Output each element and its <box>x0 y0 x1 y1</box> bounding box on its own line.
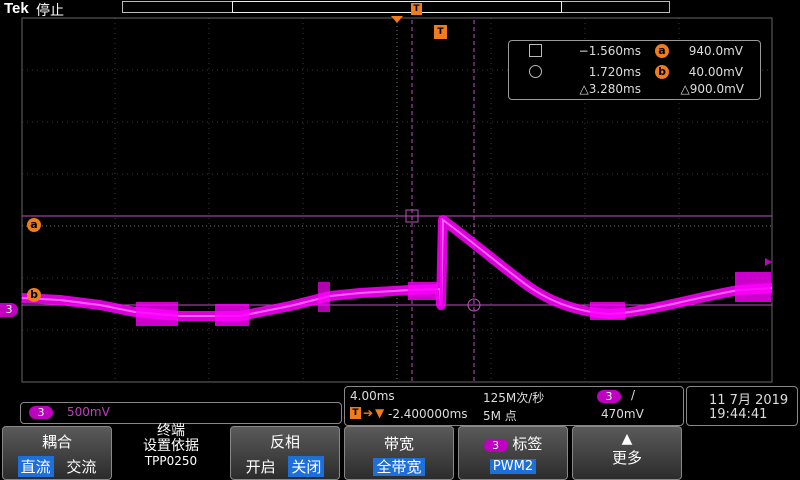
cursor-2-time: 1.720ms <box>588 65 641 79</box>
trigger-level: 470mV <box>601 407 644 421</box>
coupling-title: 耦合 <box>41 433 72 451</box>
invert-title: 反相 <box>269 433 300 451</box>
more-button[interactable]: ▲ 更多 <box>572 426 682 480</box>
label-value: PWM2 <box>489 459 537 474</box>
cursor-2-circle-icon <box>529 65 542 78</box>
time: 19:44:41 <box>709 407 768 422</box>
termination-subtitle: 设置依据 <box>143 438 199 454</box>
bandwidth-title: 带宽 <box>383 435 414 453</box>
channel-3-scale: 500mV <box>67 405 110 419</box>
trigger-source-badge: 3 <box>597 390 621 403</box>
label-button[interactable]: 3 标签 PWM2 <box>458 426 568 480</box>
trigger-marker: T <box>434 25 447 39</box>
chevron-up-icon: ▲ <box>621 431 633 447</box>
termination-label: 终端 设置依据 TPP0250 <box>114 424 228 480</box>
datetime-panel[interactable]: 11 7月 2019 19:44:41 <box>686 386 798 426</box>
channel-3-badge: 3 <box>29 406 53 419</box>
cursor-b-badge: b <box>655 65 669 79</box>
label-title: 标签 <box>512 435 543 453</box>
cursor-a-value: 940.0mV <box>688 44 743 58</box>
triangle-down-icon: ▼ <box>375 406 385 420</box>
cursor-a-badge: a <box>655 44 669 58</box>
trigger-position-marker[interactable] <box>391 16 403 23</box>
coupling-dc-option[interactable]: 直流 <box>17 456 54 477</box>
delta-value: △900.0mV <box>680 82 744 96</box>
channel-3-scale-panel[interactable]: 3 500mV <box>20 402 342 424</box>
invert-on-option[interactable]: 开启 <box>246 456 276 477</box>
probe-model: TPP0250 <box>144 454 198 468</box>
bandwidth-button[interactable]: 带宽 全带宽 <box>344 426 454 480</box>
cursor-b-value: 40.00mV <box>688 65 743 79</box>
timebase: 4.00ms <box>350 389 395 403</box>
cursor-1-time: −1.560ms <box>578 44 641 58</box>
bandwidth-value: 全带宽 <box>373 458 425 476</box>
cursor-readout-panel: −1.560ms a 940.0mV 1.720ms b 40.00mV △3.… <box>508 40 761 100</box>
coupling-ac-option[interactable]: 交流 <box>66 456 96 477</box>
more-title: 更多 <box>611 449 642 467</box>
cursor-1-square-icon <box>529 44 542 57</box>
trigger-level-marker[interactable] <box>765 258 772 266</box>
cursor-a-label: a <box>27 218 41 232</box>
invert-button[interactable]: 反相 开启 关闭 <box>230 426 340 480</box>
invert-off-option[interactable]: 关闭 <box>288 456 325 477</box>
record-length: 5M 点 <box>483 409 517 423</box>
channel-3-ground-marker[interactable]: 3 <box>0 303 18 317</box>
sample-rate: 125M次/秒 <box>483 391 545 405</box>
acquisition-panel[interactable]: 4.00ms 125M次/秒 3 / T ➔ ▼ -2.400000ms 5M … <box>344 386 684 426</box>
cursor-b-label: b <box>27 288 41 302</box>
arrow-right-icon: ➔ <box>363 406 374 420</box>
delta-time: △3.280ms <box>579 82 641 96</box>
trigger-position: -2.400000ms <box>388 407 468 421</box>
trigger-slope-icon: / <box>631 388 636 402</box>
termination-title: 终端 <box>157 423 185 439</box>
label-channel-badge: 3 <box>483 439 508 452</box>
coupling-button[interactable]: 耦合 直流 交流 <box>2 426 112 480</box>
trigger-t-icon: T <box>350 407 361 419</box>
date: 11 7月 2019 <box>709 393 789 408</box>
